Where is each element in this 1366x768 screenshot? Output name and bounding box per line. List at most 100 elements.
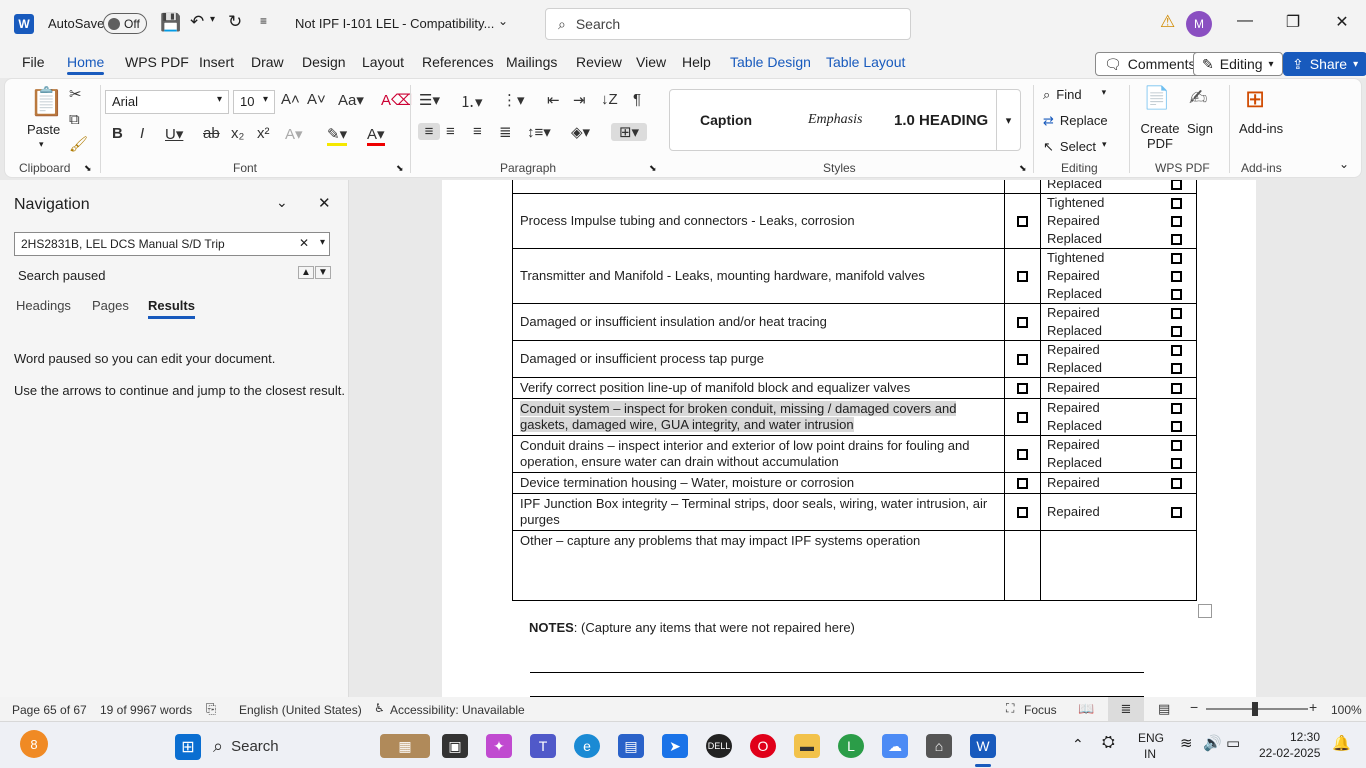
editing-mode-button[interactable]: ✎ Editing ▾ [1193, 52, 1283, 76]
text-effects-icon[interactable]: A▾ [285, 125, 303, 143]
close-pane-icon[interactable]: ✕ [318, 194, 331, 212]
checkbox-icon[interactable] [1017, 216, 1028, 228]
find-button[interactable]: ⌕ Find ▾ [1043, 87, 1106, 103]
checkbox-icon[interactable] [1171, 180, 1182, 190]
paste-icon[interactable]: 📋 [29, 85, 64, 118]
navigation-search-input[interactable]: 2HS2831B, LEL DCS Manual S/D Trip ✕ ▾ [14, 232, 330, 256]
decrease-indent-icon[interactable]: ⇤ [547, 91, 560, 109]
checkbox-icon[interactable] [1171, 288, 1182, 300]
file-explorer-icon[interactable]: ▬ [794, 734, 820, 758]
checkbox-icon[interactable] [1171, 197, 1182, 209]
focus-button[interactable]: Focus [1024, 703, 1057, 717]
tab-mailings[interactable]: Mailings [506, 54, 557, 70]
undo-dropdown-icon[interactable]: ▾ [210, 14, 215, 25]
undo-icon[interactable]: ↶ [190, 12, 204, 32]
underline-icon[interactable]: U▾ [165, 125, 183, 143]
checkbox-icon[interactable] [1017, 507, 1028, 519]
tab-references[interactable]: References [422, 54, 494, 70]
checklist-item-text[interactable]: Transmitter and Manifold - Leaks, mounti… [512, 248, 1005, 304]
document-title[interactable]: Not IPF I-101 LEL - Compatibility... [295, 16, 494, 31]
checkbox-icon[interactable] [1017, 354, 1028, 366]
share-button[interactable]: ⇪ Share ▾ [1283, 52, 1366, 76]
checklist-item-text[interactable]: Other – capture any problems that may im… [512, 530, 1005, 601]
wifi-icon[interactable]: ≋ [1180, 734, 1193, 752]
format-painter-icon[interactable]: 🖌 [69, 135, 88, 153]
minimize-icon[interactable]: — [1230, 12, 1260, 30]
edge-icon[interactable]: e [574, 734, 600, 758]
checkbox-icon[interactable] [1171, 506, 1182, 518]
power-automate-icon[interactable]: ➤ [662, 734, 688, 758]
pane-options-chevron-icon[interactable]: ⌄ [276, 194, 288, 211]
print-layout-icon[interactable]: ≣ [1108, 697, 1144, 721]
tab-table-layout[interactable]: Table Layout [826, 54, 905, 70]
styles-more-icon[interactable]: ▾ [996, 90, 1020, 150]
checkbox-icon[interactable] [1171, 270, 1182, 282]
restore-icon[interactable]: ❐ [1278, 12, 1308, 32]
opera-icon[interactable]: O [750, 734, 776, 758]
styles-gallery[interactable]: Caption Emphasis 1.0 HEADING ▾ [669, 89, 1021, 151]
checkbox-icon[interactable] [1017, 383, 1028, 395]
search-box[interactable]: ⌕ Search [545, 8, 911, 40]
shrink-font-icon[interactable]: A˅ [307, 91, 326, 108]
paste-chevron-icon[interactable]: ▾ [39, 139, 44, 150]
battery-icon[interactable]: ▭ [1226, 734, 1240, 752]
font-size-select[interactable]: 10 ▾ [233, 90, 275, 114]
previous-result-icon[interactable]: ▲ [298, 266, 314, 279]
nav-tab-pages[interactable]: Pages [92, 298, 129, 313]
dialog-launcher-icon[interactable]: ⬊ [396, 163, 404, 174]
clear-formatting-icon[interactable]: A⌫ [381, 91, 412, 109]
comments-button[interactable]: 🗨 Comments [1095, 52, 1205, 76]
proofing-icon[interactable]: ⎘ [206, 701, 216, 717]
change-case-icon[interactable]: Aa▾ [338, 91, 364, 109]
tab-table-design[interactable]: Table Design [730, 54, 811, 70]
align-center-icon[interactable]: ≡ [446, 123, 455, 140]
tab-view[interactable]: View [636, 54, 666, 70]
read-mode-icon[interactable]: 📖 [1078, 701, 1094, 717]
checkbox-icon[interactable] [1017, 449, 1028, 461]
align-right-icon[interactable]: ≡ [473, 123, 482, 140]
subscript-icon[interactable]: x₂ [231, 125, 244, 142]
tab-wps-pdf[interactable]: WPS PDF [125, 54, 189, 70]
style-heading[interactable]: 1.0 HEADING [894, 112, 990, 129]
sort-icon[interactable]: ↓Z [601, 91, 618, 108]
page-count[interactable]: Page 65 of 67 [12, 703, 87, 717]
zoom-in-icon[interactable]: + [1309, 699, 1317, 715]
justify-icon[interactable]: ≣ [499, 123, 512, 141]
zoom-out-icon[interactable]: − [1190, 699, 1198, 715]
align-left-icon[interactable]: ≡ [418, 123, 440, 140]
input-language[interactable]: ENG [1138, 731, 1164, 745]
dialog-launcher-icon[interactable]: ⬊ [649, 163, 657, 174]
bullets-icon[interactable]: ☰▾ [419, 91, 440, 109]
checkbox-icon[interactable] [1171, 344, 1182, 356]
notifications-icon[interactable]: 🔔 [1332, 734, 1351, 752]
addins-icon[interactable]: ⊞ [1245, 85, 1265, 114]
web-layout-icon[interactable]: ▤ [1158, 701, 1170, 717]
copy-icon[interactable]: ⧉ [69, 111, 80, 128]
clock-time[interactable]: 12:30 [1290, 730, 1320, 744]
windows-start-icon[interactable]: ⊞ [175, 734, 201, 760]
tab-draw[interactable]: Draw [251, 54, 284, 70]
tab-file[interactable]: File [22, 54, 45, 70]
word-count[interactable]: 19 of 9967 words [100, 703, 192, 717]
checkbox-icon[interactable] [1171, 233, 1182, 245]
tab-insert[interactable]: Insert [199, 54, 234, 70]
checkbox-icon[interactable] [1171, 325, 1182, 337]
sign-label[interactable]: Sign [1187, 121, 1213, 136]
checklist-item-text[interactable]: Damaged or insufficient process tap purg… [512, 340, 1005, 378]
tab-home[interactable]: Home [67, 54, 105, 75]
remote-desktop-icon[interactable]: ⌂ [926, 734, 952, 758]
title-chevron-down-icon[interactable]: ⌄ [498, 14, 508, 28]
zoom-slider[interactable] [1206, 702, 1308, 716]
checkbox-icon[interactable] [1171, 252, 1182, 264]
chrome-icon[interactable]: L [838, 734, 864, 758]
taskbar-search[interactable]: ⌕ Search [213, 730, 373, 762]
volume-icon[interactable]: 🔊 [1203, 734, 1222, 752]
checkbox-icon[interactable] [1171, 420, 1182, 432]
copilot-icon[interactable]: ✦ [486, 734, 512, 758]
next-result-icon[interactable]: ▼ [315, 266, 331, 279]
checklist-item-text[interactable]: Process Impulse tubing and connectors - … [512, 193, 1005, 249]
close-window-icon[interactable]: ✕ [1327, 12, 1357, 32]
shading-icon[interactable]: ◈▾ [571, 123, 590, 141]
tab-layout[interactable]: Layout [362, 54, 404, 70]
accessibility-status[interactable]: Accessibility: Unavailable [390, 703, 525, 717]
